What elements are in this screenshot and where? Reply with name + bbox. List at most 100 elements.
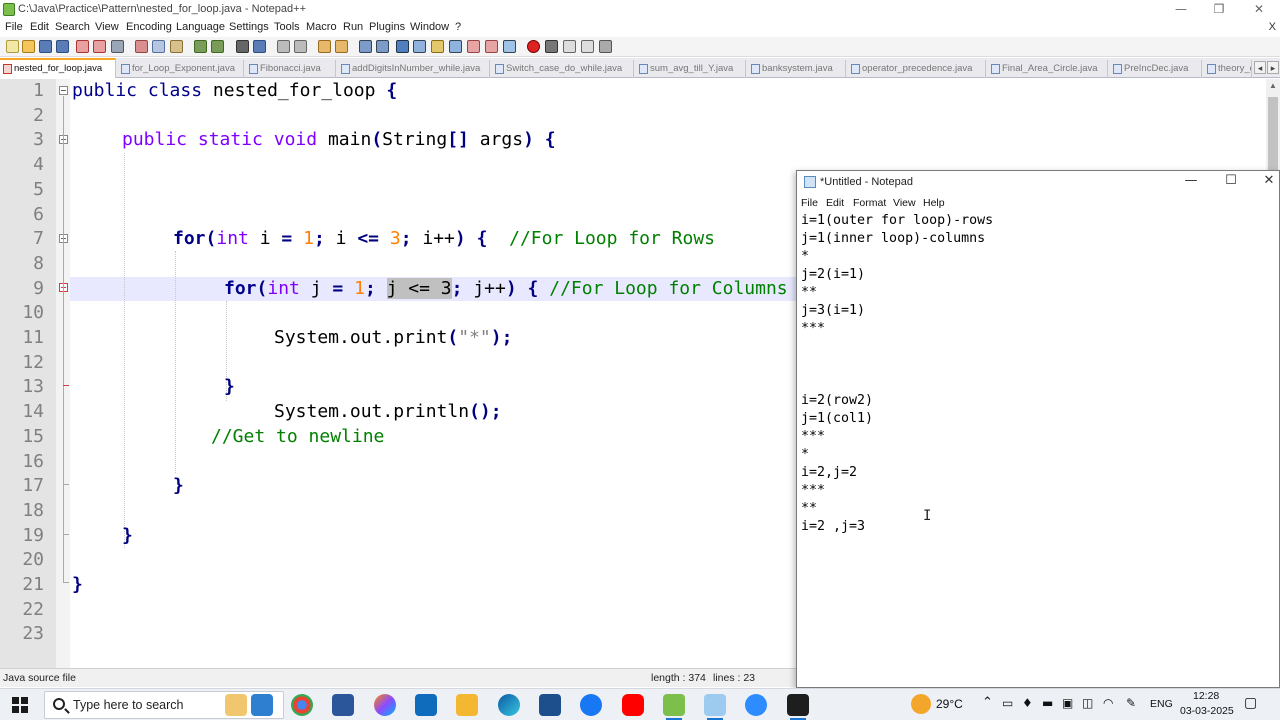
menu-plugins[interactable]: Plugins (369, 21, 405, 33)
close-button[interactable]: ✕ (1240, 0, 1278, 19)
notepad-close-button[interactable]: ✕ (1249, 173, 1280, 188)
zoom-out-icon[interactable] (294, 40, 307, 53)
terminal-icon[interactable] (787, 694, 809, 720)
meet-now-icon[interactable]: ▭ (1002, 696, 1013, 710)
close-document-icon[interactable]: X (1269, 21, 1276, 33)
close-all-icon[interactable] (93, 40, 106, 53)
scroll-up-icon[interactable]: ▲ (1266, 79, 1280, 93)
play-macro-icon[interactable] (563, 40, 576, 53)
taskbar-search-box[interactable]: Type here to search (44, 691, 284, 719)
tab-sum-avg[interactable]: sum_avg_till_Y.java (636, 60, 746, 78)
menu-window[interactable]: Window (410, 21, 449, 33)
notification-icon[interactable]: ▢ (1244, 695, 1257, 711)
notepadpp-taskbar-icon[interactable] (663, 694, 685, 720)
run-macro-multiple-icon[interactable] (581, 40, 594, 53)
file-explorer-icon[interactable] (456, 694, 478, 716)
pen-icon[interactable]: ✎ (1126, 696, 1136, 710)
copilot-icon[interactable] (251, 694, 273, 716)
outlook-icon[interactable] (415, 694, 437, 716)
copy-icon[interactable] (152, 40, 165, 53)
function-list-icon[interactable] (431, 40, 444, 53)
weather-icon[interactable] (911, 694, 931, 714)
cut-icon[interactable] (135, 40, 148, 53)
paste-icon[interactable] (170, 40, 183, 53)
maximize-button[interactable]: ❐ (1200, 0, 1238, 19)
word-wrap-icon[interactable] (359, 40, 372, 53)
volume-icon[interactable]: ◫ (1082, 696, 1093, 710)
edge-icon[interactable] (498, 694, 520, 716)
tab-scroll-left-icon[interactable]: ◂ (1254, 61, 1266, 74)
close-file-icon[interactable] (76, 40, 89, 53)
copilot-app-icon[interactable] (374, 694, 396, 716)
tab-theory[interactable]: theory_c (1204, 60, 1252, 78)
windows-start-icon[interactable] (12, 697, 28, 713)
show-all-characters-icon[interactable] (376, 40, 389, 53)
document-map-icon[interactable] (413, 40, 426, 53)
zoom-in-icon[interactable] (277, 40, 290, 53)
menu-file[interactable]: File (5, 21, 23, 33)
menu-encoding[interactable]: Encoding (126, 21, 172, 33)
replace-icon[interactable] (253, 40, 266, 53)
preview-icon[interactable] (503, 40, 516, 53)
notepad-minimize-button[interactable]: — (1171, 173, 1211, 188)
menu-search[interactable]: Search (55, 21, 90, 33)
zoom-icon[interactable] (745, 694, 767, 716)
clear-icon[interactable] (485, 40, 498, 53)
chrome-icon[interactable] (291, 694, 313, 716)
notepad-maximize-button[interactable]: ☐ (1211, 173, 1251, 188)
menu-language[interactable]: Language (176, 21, 225, 33)
store-icon[interactable] (539, 694, 561, 716)
menu-edit[interactable]: Edit (30, 21, 49, 33)
notepad-text-area[interactable]: i=1(outer for loop)-rows j=1(inner loop)… (801, 212, 1275, 682)
new-file-icon[interactable] (6, 40, 19, 53)
menu-view[interactable]: View (95, 21, 119, 33)
fold-toggle-icon[interactable] (59, 86, 68, 95)
sync-horizontal-icon[interactable] (335, 40, 348, 53)
language-indicator[interactable]: ENG (1150, 698, 1173, 710)
tab-nested-for-loop[interactable]: nested_for_loop.java (0, 58, 116, 78)
tab-switch-case[interactable]: Switch_case_do_while.java (492, 60, 634, 78)
folder-workspace-icon[interactable] (449, 40, 462, 53)
notepad-menu-file[interactable]: File (801, 197, 818, 209)
network-icon[interactable]: ▣ (1062, 696, 1073, 710)
tab-banksystem[interactable]: banksystem.java (748, 60, 846, 78)
chevron-up-icon[interactable]: ⌃ (982, 695, 993, 710)
redo-icon[interactable] (211, 40, 224, 53)
print-icon[interactable] (111, 40, 124, 53)
microphone-icon[interactable]: ♦ (1022, 696, 1033, 710)
menu-help[interactable]: ? (455, 21, 461, 33)
notepad-menu-edit[interactable]: Edit (826, 197, 844, 209)
find-icon[interactable] (236, 40, 249, 53)
save-all-icon[interactable] (56, 40, 69, 53)
menu-macro[interactable]: Macro (306, 21, 337, 33)
clock-date[interactable]: 03-03-2025 (1180, 705, 1234, 717)
tab-operator-precedence[interactable]: operator_precedence.java (848, 60, 986, 78)
menu-tools[interactable]: Tools (274, 21, 300, 33)
menu-run[interactable]: Run (343, 21, 363, 33)
menu-settings[interactable]: Settings (229, 21, 269, 33)
tab-for-loop-exponent[interactable]: for_Loop_Exponent.java (118, 60, 244, 78)
save-macro-icon[interactable] (599, 40, 612, 53)
wifi-icon[interactable]: ◠ (1103, 696, 1113, 710)
widget-icon[interactable] (225, 694, 247, 716)
open-file-icon[interactable] (22, 40, 35, 53)
save-icon[interactable] (39, 40, 52, 53)
tab-fibonacci[interactable]: Fibonacci.java (246, 60, 336, 78)
notepad-menu-format[interactable]: Format (853, 197, 886, 209)
sync-vertical-icon[interactable] (318, 40, 331, 53)
notepad-taskbar-icon[interactable] (704, 694, 726, 720)
facebook-icon[interactable] (580, 694, 602, 716)
notepad-menu-help[interactable]: Help (923, 197, 945, 209)
undo-icon[interactable] (194, 40, 207, 53)
clock-time[interactable]: 12:28 (1193, 690, 1219, 702)
tab-final-area-circle[interactable]: Final_Area_Circle.java (988, 60, 1108, 78)
minimize-button[interactable]: — (1162, 0, 1200, 19)
notepad-menu-view[interactable]: View (893, 197, 916, 209)
indent-guide-icon[interactable] (396, 40, 409, 53)
record-macro-icon[interactable] (527, 40, 540, 53)
tab-preincdec[interactable]: PreIncDec.java (1110, 60, 1202, 78)
tab-add-digits[interactable]: addDigitsInNumber_while.java (338, 60, 490, 78)
youtube-icon[interactable] (622, 694, 644, 716)
battery-icon[interactable]: ▬ (1042, 696, 1053, 710)
tab-scroll-right-icon[interactable]: ▸ (1267, 61, 1279, 74)
